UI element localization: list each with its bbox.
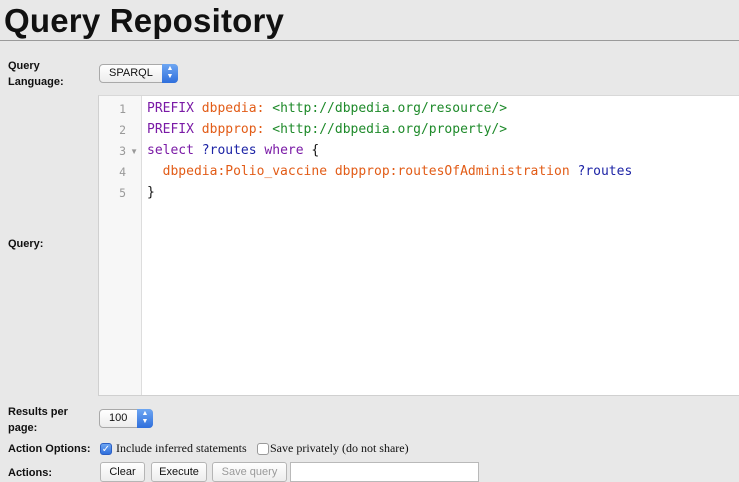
query-language-value: SPARQL: [109, 67, 153, 79]
save-privately-label[interactable]: Save privately (do not share): [270, 441, 409, 456]
query-label: Query:: [8, 238, 44, 250]
line-number: 2: [119, 123, 126, 137]
results-per-page-select[interactable]: 100 ▲ ▼: [99, 409, 153, 428]
code-token: dbpprop:routesOfAdministration: [334, 164, 570, 179]
code-token: PREFIX: [147, 101, 202, 116]
code-line: select ?routes where {: [147, 143, 319, 158]
line-number: 1: [119, 102, 126, 116]
query-language-label-line2: Language:: [8, 76, 64, 88]
results-per-page-label-line1: Results per: [8, 406, 68, 418]
query-name-input[interactable]: [290, 462, 479, 482]
code-token: ?routes: [201, 143, 257, 158]
code-token: }: [147, 185, 155, 200]
code-line: }: [147, 185, 155, 200]
code-token: dbpedia:Polio_vaccine: [162, 164, 328, 179]
code-token: <http://dbpedia.org/resource/>: [272, 101, 508, 116]
results-per-page-label-line2: page:: [8, 422, 38, 434]
query-language-select[interactable]: SPARQL ▲ ▼: [99, 64, 178, 83]
page-title: Query Repository: [4, 2, 285, 39]
action-options-label: Action Options:: [8, 443, 91, 455]
results-per-page-value: 100: [109, 412, 128, 424]
code-token: <http://dbpedia.org/property/>: [272, 122, 508, 137]
line-number-gutter: 1 2 3 ▼ 4 5: [99, 96, 142, 395]
code-token: select: [147, 143, 202, 158]
actions-label: Actions:: [8, 467, 52, 479]
code-line: PREFIX dbpprop: <http://dbpedia.org/prop…: [147, 122, 507, 137]
include-inferred-label[interactable]: Include inferred statements: [116, 441, 247, 456]
select-arrows-icon: ▲ ▼: [162, 64, 178, 83]
code-line: dbpedia:Polio_vaccine dbpprop:routesOfAd…: [147, 164, 633, 179]
fold-arrow-icon[interactable]: ▼: [130, 147, 138, 156]
code-token: ?routes: [577, 164, 633, 179]
code-token: dbpprop:: [201, 122, 265, 137]
execute-button[interactable]: Execute: [151, 462, 207, 482]
code-token: PREFIX: [147, 122, 202, 137]
query-editor[interactable]: 1 2 3 ▼ 4 5 PREFIX dbpedia: <http://dbpe…: [98, 95, 739, 396]
line-number: 4: [119, 165, 126, 179]
select-arrows-icon: ▲ ▼: [137, 409, 153, 428]
query-language-label-line1: Query: [8, 60, 40, 72]
code-line: PREFIX dbpedia: <http://dbpedia.org/reso…: [147, 101, 507, 116]
results-per-page-label: Results per page:: [8, 404, 68, 436]
include-inferred-checkbox[interactable]: ✓: [100, 443, 112, 455]
line-number: 3: [119, 144, 126, 158]
save-privately-checkbox[interactable]: [257, 443, 269, 455]
code-token: where: [264, 143, 304, 158]
save-query-button[interactable]: Save query: [212, 462, 287, 482]
code-token: {: [303, 143, 320, 158]
query-language-label: Query Language:: [8, 58, 64, 90]
title-divider: [0, 40, 739, 41]
line-number: 5: [119, 186, 126, 200]
clear-button[interactable]: Clear: [100, 462, 145, 482]
code-token: dbpedia:: [201, 101, 265, 116]
